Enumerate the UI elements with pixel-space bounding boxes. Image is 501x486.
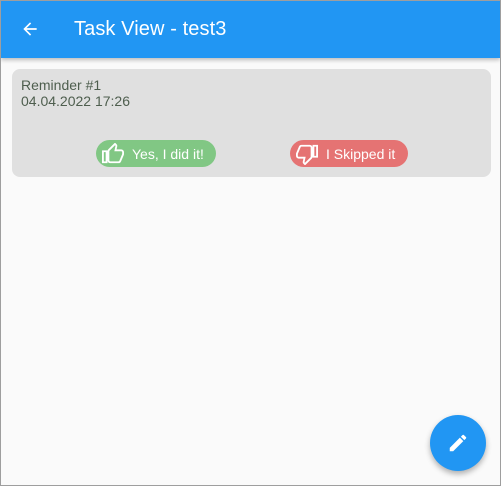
- edit-pencil-icon: [449, 434, 467, 452]
- reminder-title: Reminder #1: [21, 77, 102, 93]
- page-title: Task View - test3: [74, 18, 227, 40]
- skipped-button[interactable]: I Skipped it: [290, 140, 408, 167]
- app-screen: Task View - test3 Reminder #1 04.04.2022…: [0, 0, 501, 486]
- did-it-label: Yes, I did it!: [132, 145, 204, 162]
- thumb-down-icon: [296, 143, 318, 165]
- app-bar: Task View - test3: [1, 1, 500, 58]
- did-it-button[interactable]: Yes, I did it!: [96, 140, 216, 167]
- arrow-back-icon: [23, 22, 37, 36]
- reminder-datetime: 04.04.2022 17:26: [21, 93, 130, 109]
- reminder-card: Reminder #1 04.04.2022 17:26 Yes, I did …: [12, 69, 491, 177]
- edit-fab-button[interactable]: [430, 415, 486, 471]
- thumb-up-icon: [102, 142, 124, 165]
- back-button[interactable]: [18, 17, 42, 41]
- skipped-label: I Skipped it: [326, 145, 396, 162]
